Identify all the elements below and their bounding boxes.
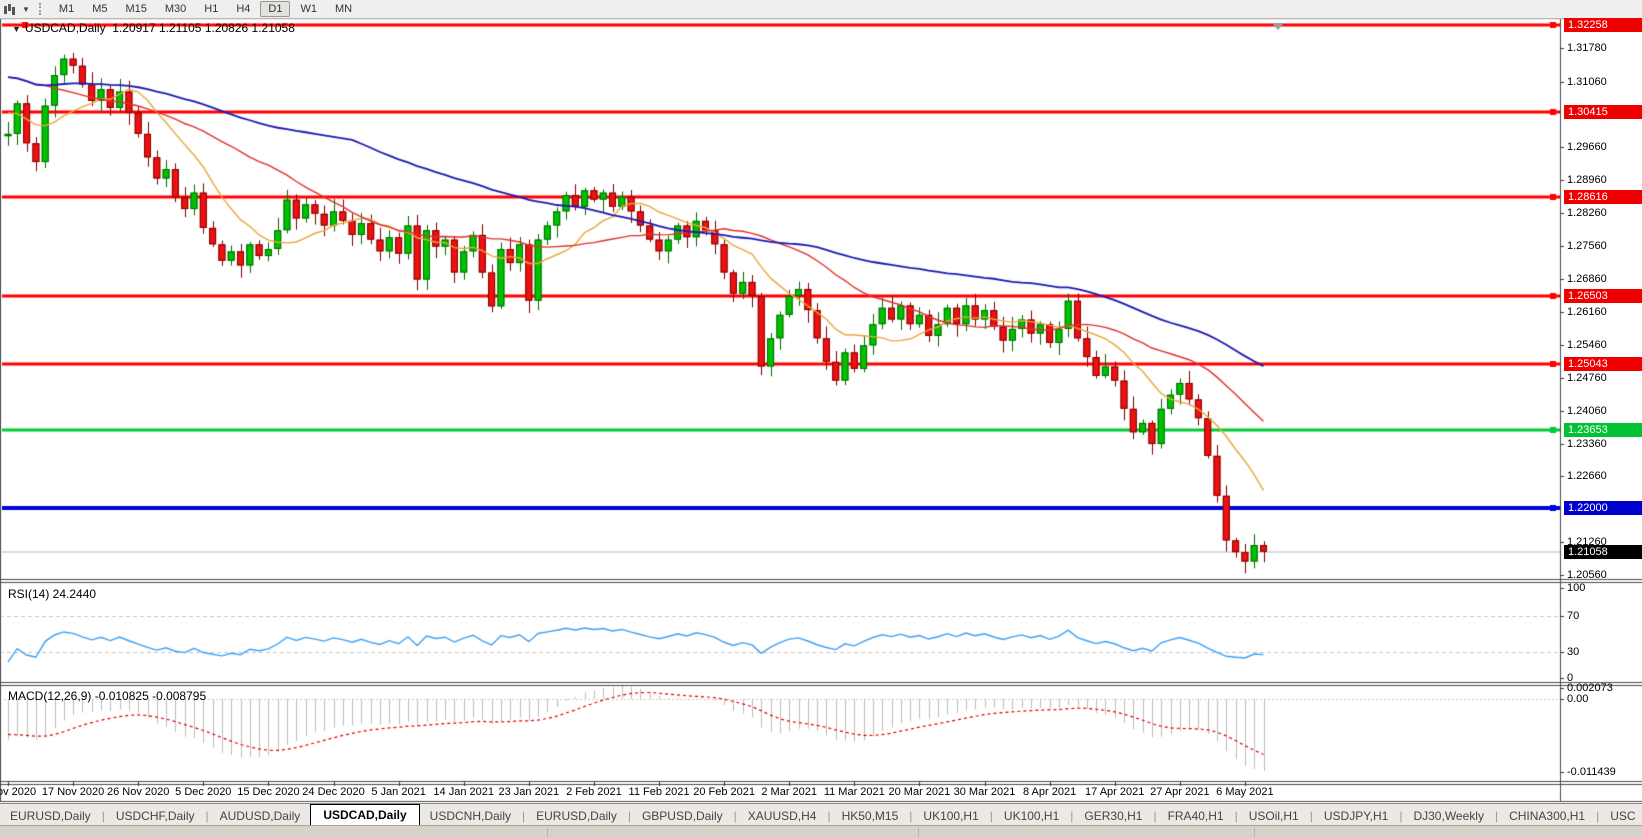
- tf-button-M30[interactable]: M30: [157, 1, 194, 17]
- price-level-badge: 1.32258: [1564, 18, 1642, 32]
- rsi-title: RSI(14) 24.2440: [8, 587, 96, 601]
- chart-symbol-label: USDCAD,Daily: [25, 21, 106, 35]
- chart-type-dropdown-icon[interactable]: ▼: [17, 5, 35, 14]
- rsi-axis-label: 70: [1567, 610, 1579, 622]
- date-axis-label: 20 Feb 2021: [693, 786, 755, 798]
- price-axis-label: 1.24060: [1567, 405, 1607, 417]
- date-axis-label: 17 Apr 2021: [1085, 786, 1144, 798]
- date-axis-label: 11 Feb 2021: [629, 786, 690, 798]
- price-level-badge: 1.25043: [1564, 357, 1642, 371]
- date-axis-label: 26 Nov 2020: [107, 786, 169, 798]
- tf-button-H4[interactable]: H4: [228, 1, 258, 17]
- price-level-badge: 1.28616: [1564, 190, 1642, 204]
- rsi-axis-label: 30: [1567, 646, 1579, 658]
- tab-USDCAD-Daily[interactable]: USDCAD,Daily: [310, 804, 419, 826]
- price-axis-label: 1.29660: [1567, 141, 1607, 153]
- date-axis-label: 11 Mar 2021: [824, 786, 885, 798]
- price-axis-label: 1.25460: [1567, 339, 1607, 351]
- candlestick-chart-icon[interactable]: [3, 3, 17, 15]
- tf-button-D1[interactable]: D1: [260, 1, 290, 17]
- price-level-badge: 1.30415: [1564, 105, 1642, 119]
- tf-button-M1[interactable]: M1: [51, 1, 82, 17]
- timeframe-toolbar: ▼ M1M5M15M30H1H4D1W1MN: [0, 0, 1642, 19]
- chart-ohlc-values: 1.20917 1.21105 1.20826 1.21058: [112, 21, 295, 35]
- tf-button-M15[interactable]: M15: [117, 1, 154, 17]
- date-axis-label: 8 Apr 2021: [1023, 786, 1076, 798]
- price-axis-label: 1.26860: [1567, 273, 1607, 285]
- date-axis-label: 2 Feb 2021: [566, 786, 622, 798]
- tab-UK100-H1[interactable]: UK100,H1: [994, 807, 1069, 826]
- date-axis-label: 24 Dec 2020: [302, 786, 364, 798]
- price-axis-label: 1.28260: [1567, 207, 1607, 219]
- date-axis-label: 17 Nov 2020: [42, 786, 104, 798]
- date-axis-label: 30 Mar 2021: [954, 786, 1016, 798]
- tab-AUDUSD-Daily[interactable]: AUDUSD,Daily: [210, 807, 311, 826]
- tab-EURUSD-Daily[interactable]: EURUSD,Daily: [0, 807, 101, 826]
- price-axis-label: 1.28960: [1567, 174, 1607, 186]
- price-axis-label: 1.24760: [1567, 372, 1607, 384]
- tab-XAUUSD-H4[interactable]: XAUUSD,H4: [738, 807, 827, 826]
- status-bar: [0, 825, 1642, 838]
- tf-button-MN[interactable]: MN: [327, 1, 360, 17]
- tab-HK50-M15[interactable]: HK50,M15: [832, 807, 909, 826]
- tab-USOil-H1[interactable]: USOil,H1: [1239, 807, 1309, 826]
- tab-UK100-H1[interactable]: UK100,H1: [913, 807, 988, 826]
- chart-canvas[interactable]: [0, 0, 1642, 838]
- tab-FRA40-H1[interactable]: FRA40,H1: [1158, 807, 1234, 826]
- date-axis-label: 6 May 2021: [1216, 786, 1273, 798]
- tab-GBPUSD-Daily[interactable]: GBPUSD,Daily: [632, 807, 733, 826]
- price-level-badge: 1.26503: [1564, 289, 1642, 303]
- tab-USDCHF-Daily[interactable]: USDCHF,Daily: [106, 807, 205, 826]
- price-axis-label: 1.31780: [1567, 42, 1607, 54]
- price-axis-label: 1.31060: [1567, 76, 1607, 88]
- tab-EURUSD-Daily[interactable]: EURUSD,Daily: [526, 807, 627, 826]
- tab-USC[interactable]: USC: [1600, 807, 1642, 826]
- mt4-window: ▼ M1M5M15M30H1H4D1W1MN ▼ USDCAD,Daily 1.2…: [0, 0, 1642, 838]
- macd-axis-label: -0.011439: [1567, 766, 1616, 778]
- date-axis-label: 27 Apr 2021: [1150, 786, 1209, 798]
- price-axis-label: 1.26160: [1567, 306, 1607, 318]
- tab-GER30-H1[interactable]: GER30,H1: [1074, 807, 1152, 826]
- date-axis-label: 20 Mar 2021: [889, 786, 951, 798]
- date-axis-label: 5 Dec 2020: [175, 786, 231, 798]
- toolbar-grip[interactable]: [39, 3, 46, 15]
- date-axis-label: 5 Jan 2021: [371, 786, 425, 798]
- date-axis-label: 14 Jan 2021: [433, 786, 494, 798]
- price-axis-label: 1.27560: [1567, 240, 1607, 252]
- date-axis-label: 23 Jan 2021: [499, 786, 560, 798]
- tab-USDCNH-Daily[interactable]: USDCNH,Daily: [420, 807, 521, 826]
- price-level-badge: 1.22000: [1564, 501, 1642, 515]
- tab-DJ30-Weekly[interactable]: DJ30,Weekly: [1403, 807, 1493, 826]
- price-axis-label: 1.23360: [1567, 438, 1607, 450]
- date-axis-label: 2 Mar 2021: [761, 786, 817, 798]
- chart-tab-bar: EURUSD,Daily|USDCHF,Daily|AUDUSD,DailyUS…: [0, 803, 1642, 826]
- macd-title: MACD(12,26,9) -0.010825 -0.008795: [8, 689, 206, 703]
- macd-axis-label: 0.00: [1567, 693, 1588, 705]
- tf-button-H1[interactable]: H1: [196, 1, 226, 17]
- price-level-badge: 1.23653: [1564, 423, 1642, 437]
- date-axis-label: 15 Dec 2020: [237, 786, 299, 798]
- price-axis-label: 1.22660: [1567, 470, 1607, 482]
- chart-title: ▼ USDCAD,Daily 1.20917 1.21105 1.20826 1.…: [12, 21, 295, 35]
- tf-button-M5[interactable]: M5: [84, 1, 115, 17]
- rsi-axis-label: 100: [1567, 582, 1585, 594]
- date-axis-label: 7 Nov 2020: [0, 786, 36, 798]
- chart-title-dropdown-icon[interactable]: ▼: [12, 24, 21, 34]
- price-level-badge: 1.21058: [1564, 545, 1642, 559]
- tab-USDJPY-H1[interactable]: USDJPY,H1: [1314, 807, 1398, 826]
- price-axis-label: 1.20560: [1567, 569, 1607, 581]
- tab-CHINA300-H1[interactable]: CHINA300,H1: [1499, 807, 1595, 826]
- tf-button-W1[interactable]: W1: [292, 1, 325, 17]
